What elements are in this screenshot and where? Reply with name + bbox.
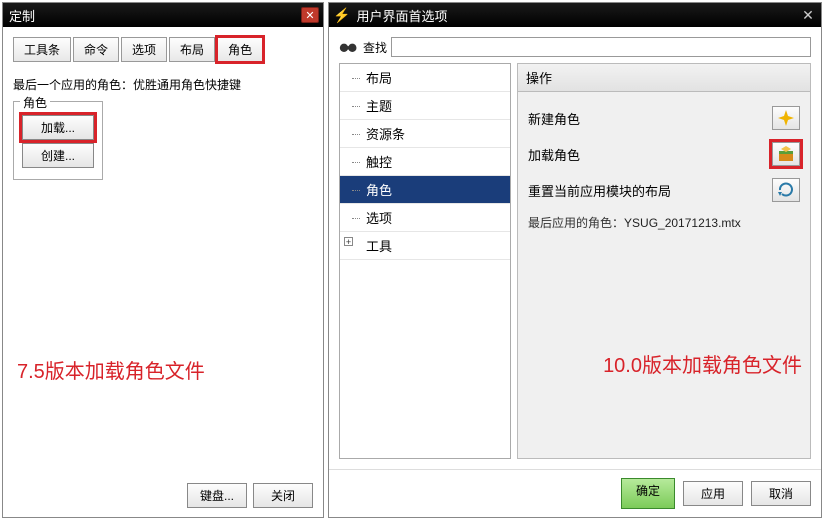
- tab-commands[interactable]: 命令: [73, 37, 119, 62]
- load-button[interactable]: 加载...: [22, 115, 94, 140]
- tree-item-roles[interactable]: 角色: [340, 176, 510, 204]
- load-role-button[interactable]: [772, 142, 800, 166]
- titlebar-right: ⚡ 用户界面首选项 ✕: [329, 3, 821, 27]
- split-pane: 布局 主题 资源条 触控 角色 选项 +工具 操作 新建角色: [339, 63, 811, 459]
- new-role-label: 新建角色: [528, 109, 772, 128]
- keyboard-button[interactable]: 键盘...: [187, 483, 247, 508]
- new-role-button[interactable]: [772, 106, 800, 130]
- search-row: 查找: [339, 37, 811, 57]
- annotation-left: 7.5版本加载角色文件: [17, 355, 205, 384]
- window-title: 用户界面首选项: [354, 6, 799, 25]
- tree-item-theme[interactable]: 主题: [340, 92, 510, 120]
- window-title: 定制: [7, 6, 301, 25]
- ok-button[interactable]: 确定: [621, 478, 675, 509]
- package-icon: [777, 145, 795, 163]
- dialog-footer: 确定 应用 取消: [329, 469, 821, 517]
- cancel-button[interactable]: 取消: [751, 481, 811, 506]
- refresh-icon: [777, 181, 795, 199]
- tree-item-tools[interactable]: +工具: [340, 232, 510, 260]
- load-role-label: 加载角色: [528, 145, 772, 164]
- search-label: 查找: [363, 39, 387, 56]
- ui-preferences-dialog: ⚡ 用户界面首选项 ✕ 查找 布局 主题 资源条 触控 角色 选项 +工具: [328, 2, 822, 518]
- operations-pane: 操作 新建角色 加载角色 重置当前应: [517, 63, 811, 459]
- lightning-icon: ⚡: [333, 7, 350, 24]
- op-row-new-role: 新建角色: [528, 100, 800, 136]
- tab-options[interactable]: 选项: [121, 37, 167, 62]
- binoculars-icon: [339, 39, 359, 55]
- category-tree: 布局 主题 资源条 触控 角色 选项 +工具: [339, 63, 511, 459]
- last-applied-label: 最后应用的角色：: [528, 216, 624, 230]
- titlebar-left: 定制 ✕: [3, 3, 323, 27]
- customize-dialog: 定制 ✕ 工具条 命令 选项 布局 角色 最后一个应用的角色：优胜通用角色快捷键…: [2, 2, 324, 518]
- operations-body: 新建角色 加载角色 重置当前应用模块的布局: [517, 92, 811, 459]
- close-icon[interactable]: ✕: [799, 7, 817, 24]
- reset-layout-label: 重置当前应用模块的布局: [528, 181, 772, 200]
- apply-button[interactable]: 应用: [683, 481, 743, 506]
- tree-item-options[interactable]: 选项: [340, 204, 510, 232]
- last-applied-row: 最后应用的角色：YSUG_20171213.mtx: [528, 214, 800, 231]
- annotation-right: 10.0版本加载角色文件: [603, 349, 802, 378]
- close-icon[interactable]: ✕: [301, 7, 319, 23]
- reset-layout-button[interactable]: [772, 178, 800, 202]
- op-row-load-role: 加载角色: [528, 136, 800, 172]
- dialog-body: 工具条 命令 选项 布局 角色 最后一个应用的角色：优胜通用角色快捷键 角色 加…: [3, 27, 323, 474]
- tab-layout[interactable]: 布局: [169, 37, 215, 62]
- tab-strip: 工具条 命令 选项 布局 角色: [13, 37, 313, 62]
- dialog-body: 查找 布局 主题 资源条 触控 角色 选项 +工具 操作 新建角色: [329, 27, 821, 469]
- tab-toolbar[interactable]: 工具条: [13, 37, 71, 62]
- fieldset-legend: 角色: [20, 94, 50, 111]
- create-button[interactable]: 创建...: [22, 143, 94, 168]
- sparkle-icon: [777, 109, 795, 127]
- expand-icon[interactable]: +: [344, 237, 353, 246]
- tree-item-touch[interactable]: 触控: [340, 148, 510, 176]
- last-applied-role-text: 最后一个应用的角色：优胜通用角色快捷键: [13, 76, 313, 93]
- dialog-footer: 键盘... 关闭: [3, 474, 323, 517]
- operations-header: 操作: [517, 63, 811, 92]
- close-button[interactable]: 关闭: [253, 483, 313, 508]
- tree-item-resource-bar[interactable]: 资源条: [340, 120, 510, 148]
- role-fieldset: 角色 加载... 创建...: [13, 101, 103, 180]
- search-input[interactable]: [391, 37, 811, 57]
- last-applied-filename: YSUG_20171213.mtx: [624, 216, 741, 230]
- tab-roles[interactable]: 角色: [217, 37, 263, 62]
- op-row-reset-layout: 重置当前应用模块的布局: [528, 172, 800, 208]
- tree-item-layout[interactable]: 布局: [340, 64, 510, 92]
